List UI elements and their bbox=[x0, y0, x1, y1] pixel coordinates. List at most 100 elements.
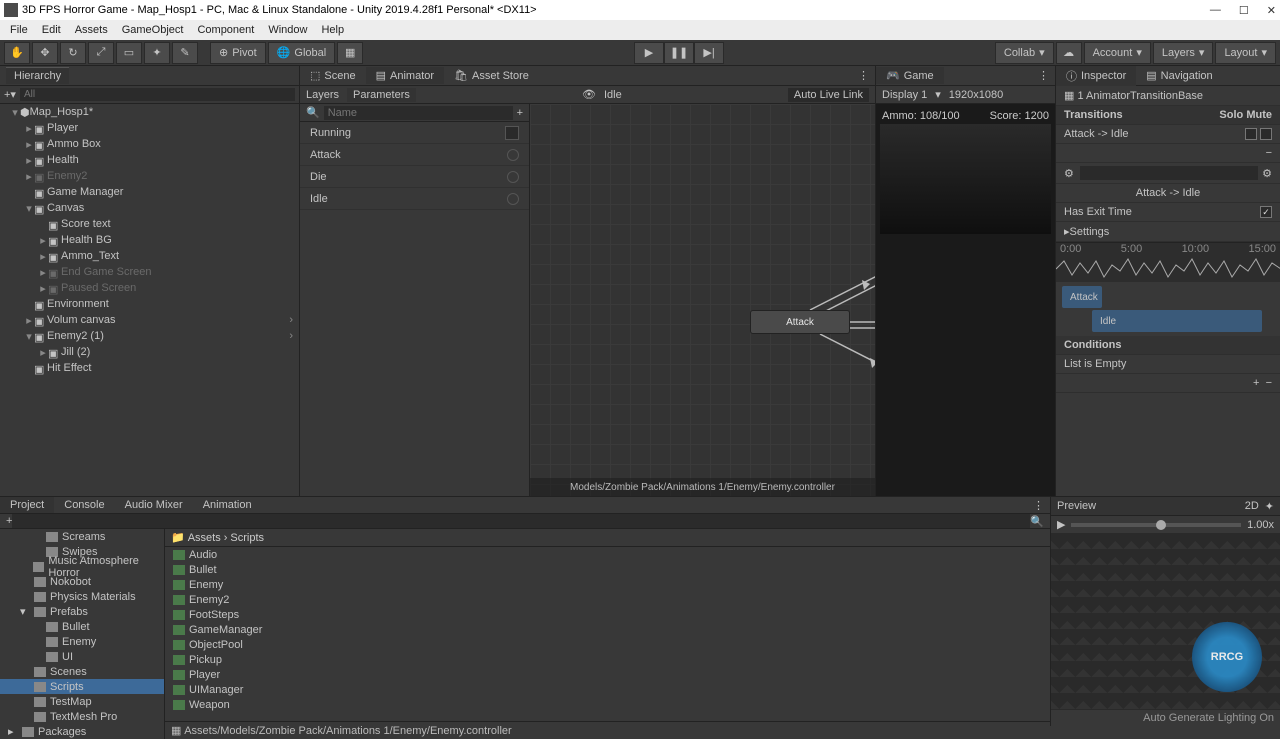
add-icon[interactable]: +▾ bbox=[4, 88, 16, 101]
folder-row[interactable]: Scenes bbox=[0, 664, 164, 679]
file-row[interactable]: Bullet bbox=[165, 562, 1050, 577]
hierarchy-item[interactable]: ▸▣Ammo_Text bbox=[0, 248, 299, 264]
hierarchy-item[interactable]: ▣Game Manager bbox=[0, 184, 299, 200]
preview-opts-icon[interactable]: ✦ bbox=[1265, 500, 1274, 513]
layers-dropdown[interactable]: Layers▾ bbox=[1153, 42, 1214, 64]
panel-menu-icon[interactable]: ⋮ bbox=[1032, 69, 1055, 82]
breadcrumb[interactable]: 📁 Assets› Scripts bbox=[165, 529, 1050, 547]
clip-attack[interactable]: Attack bbox=[1062, 286, 1102, 308]
snap-icon[interactable]: ▦ bbox=[337, 42, 363, 64]
preview-slider[interactable] bbox=[1071, 523, 1241, 527]
transition-timeline[interactable]: 0:00 5:00 10:00 15:00 bbox=[1056, 242, 1280, 282]
menu-assets[interactable]: Assets bbox=[69, 22, 114, 38]
hierarchy-item[interactable]: ▸▣Volum canvas› bbox=[0, 312, 299, 328]
param-row[interactable]: Idle bbox=[300, 188, 529, 210]
hierarchy-item[interactable]: ▸▣Jill (2) bbox=[0, 344, 299, 360]
move-tool-icon[interactable]: ✥ bbox=[32, 42, 58, 64]
hierarchy-item[interactable]: ▣Score text bbox=[0, 216, 299, 232]
account-dropdown[interactable]: Account▾ bbox=[1084, 42, 1151, 64]
add-condition-icon[interactable]: + bbox=[1253, 377, 1259, 389]
pivot-toggle[interactable]: ⊕Pivot bbox=[210, 42, 266, 64]
file-row[interactable]: Pickup bbox=[165, 652, 1050, 667]
hierarchy-item[interactable]: ▾▣Canvas bbox=[0, 200, 299, 216]
param-search[interactable] bbox=[324, 106, 513, 120]
hierarchy-item[interactable]: ▣Hit Effect bbox=[0, 360, 299, 376]
param-row[interactable]: Attack bbox=[300, 144, 529, 166]
close-icon[interactable]: ✕ bbox=[1267, 4, 1276, 17]
clip-idle[interactable]: Idle bbox=[1092, 310, 1262, 332]
rotate-tool-icon[interactable]: ↻ bbox=[60, 42, 86, 64]
file-row[interactable]: Enemy bbox=[165, 577, 1050, 592]
tab-asset-store[interactable]: 🛍Asset Store bbox=[444, 67, 539, 84]
hand-tool-icon[interactable]: ✋ bbox=[4, 42, 30, 64]
scene-root[interactable]: Map_Hosp1* bbox=[30, 106, 94, 118]
hierarchy-item[interactable]: ▸▣Paused Screen bbox=[0, 280, 299, 296]
hierarchy-item[interactable]: ▸▣End Game Screen bbox=[0, 264, 299, 280]
pause-button[interactable]: ❚❚ bbox=[664, 42, 694, 64]
has-exit-checkbox[interactable]: ✓ bbox=[1260, 206, 1272, 218]
global-toggle[interactable]: 🌐Global bbox=[268, 42, 336, 64]
solo-checkbox[interactable] bbox=[1245, 128, 1257, 140]
gear-icon[interactable]: ⚙ bbox=[1262, 167, 1272, 180]
tab-game[interactable]: 🎮Game bbox=[876, 67, 944, 84]
folder-row[interactable]: Bullet bbox=[0, 619, 164, 634]
file-row[interactable]: GameManager bbox=[165, 622, 1050, 637]
mute-checkbox[interactable] bbox=[1260, 128, 1272, 140]
file-row[interactable]: Audio bbox=[165, 547, 1050, 562]
file-row[interactable]: FootSteps bbox=[165, 607, 1050, 622]
param-row[interactable]: Running bbox=[300, 122, 529, 144]
hierarchy-item[interactable]: ▣Environment bbox=[0, 296, 299, 312]
display-select[interactable]: Display 1 bbox=[882, 89, 927, 101]
file-row[interactable]: UIManager bbox=[165, 682, 1050, 697]
folder-row[interactable]: ▸Packages bbox=[0, 724, 164, 739]
hierarchy-item[interactable]: ▾▣Enemy2 (1)› bbox=[0, 328, 299, 344]
resolution[interactable]: 1920x1080 bbox=[949, 89, 1003, 101]
node-attack[interactable]: Attack bbox=[750, 310, 850, 334]
remove-condition-icon[interactable]: − bbox=[1266, 377, 1272, 389]
collab-dropdown[interactable]: Collab▾ bbox=[995, 42, 1054, 64]
param-row[interactable]: Die bbox=[300, 166, 529, 188]
panel-menu-icon[interactable]: ⋮ bbox=[1027, 499, 1050, 512]
menu-component[interactable]: Component bbox=[191, 22, 260, 38]
menu-edit[interactable]: Edit bbox=[36, 22, 67, 38]
hierarchy-tab[interactable]: Hierarchy bbox=[6, 67, 69, 84]
hierarchy-search[interactable] bbox=[20, 88, 295, 101]
preview-2d[interactable]: 2D bbox=[1245, 500, 1259, 512]
step-button[interactable]: ▶| bbox=[694, 42, 724, 64]
folder-row[interactable]: Scripts bbox=[0, 679, 164, 694]
tab-inspector[interactable]: ⓘInspector bbox=[1056, 66, 1136, 86]
settings-icon[interactable]: ⚙ bbox=[1064, 167, 1074, 180]
tab-navigation[interactable]: ▤Navigation bbox=[1136, 67, 1222, 84]
animator-graph[interactable]: Entry Idle Attack Run Dying Models/Zombi… bbox=[530, 104, 875, 496]
name-field[interactable] bbox=[1080, 166, 1258, 180]
scale-tool-icon[interactable]: ⤢ bbox=[88, 42, 114, 64]
add-param-icon[interactable]: + bbox=[517, 107, 523, 119]
game-view[interactable]: Ammo: 108/100 Score: 1200 bbox=[876, 104, 1055, 496]
layout-dropdown[interactable]: Layout▾ bbox=[1215, 42, 1276, 64]
folder-row[interactable]: Enemy bbox=[0, 634, 164, 649]
file-row[interactable]: Enemy2 bbox=[165, 592, 1050, 607]
play-button[interactable]: ▶ bbox=[634, 42, 664, 64]
folder-row[interactable]: ▾Prefabs bbox=[0, 604, 164, 619]
layers-subtab[interactable]: Layers bbox=[306, 89, 339, 101]
tab-audio-mixer[interactable]: Audio Mixer bbox=[115, 497, 193, 513]
eye-icon[interactable]: 👁 bbox=[582, 88, 596, 101]
search-icon[interactable]: 🔍 bbox=[1030, 515, 1044, 528]
folder-row[interactable]: TestMap bbox=[0, 694, 164, 709]
folder-row[interactable]: Music Atmosphere Horror bbox=[0, 559, 164, 574]
parameters-subtab[interactable]: Parameters bbox=[347, 88, 416, 102]
hierarchy-item[interactable]: ▸▣Ammo Box bbox=[0, 136, 299, 152]
hierarchy-item[interactable]: ▸▣Health BG bbox=[0, 232, 299, 248]
remove-icon[interactable]: − bbox=[1266, 147, 1272, 159]
tab-animation[interactable]: Animation bbox=[193, 497, 262, 513]
menu-window[interactable]: Window bbox=[262, 22, 313, 38]
auto-live-link[interactable]: Auto Live Link bbox=[788, 88, 869, 102]
tab-animator[interactable]: ▤Animator bbox=[366, 67, 444, 84]
project-search[interactable] bbox=[12, 514, 1030, 528]
cloud-icon[interactable]: ☁ bbox=[1056, 42, 1082, 64]
transition-row[interactable]: Attack -> Idle bbox=[1064, 128, 1129, 140]
tab-console[interactable]: Console bbox=[54, 497, 114, 513]
folder-row[interactable]: TextMesh Pro bbox=[0, 709, 164, 724]
file-row[interactable]: Weapon bbox=[165, 697, 1050, 712]
menu-file[interactable]: File bbox=[4, 22, 34, 38]
